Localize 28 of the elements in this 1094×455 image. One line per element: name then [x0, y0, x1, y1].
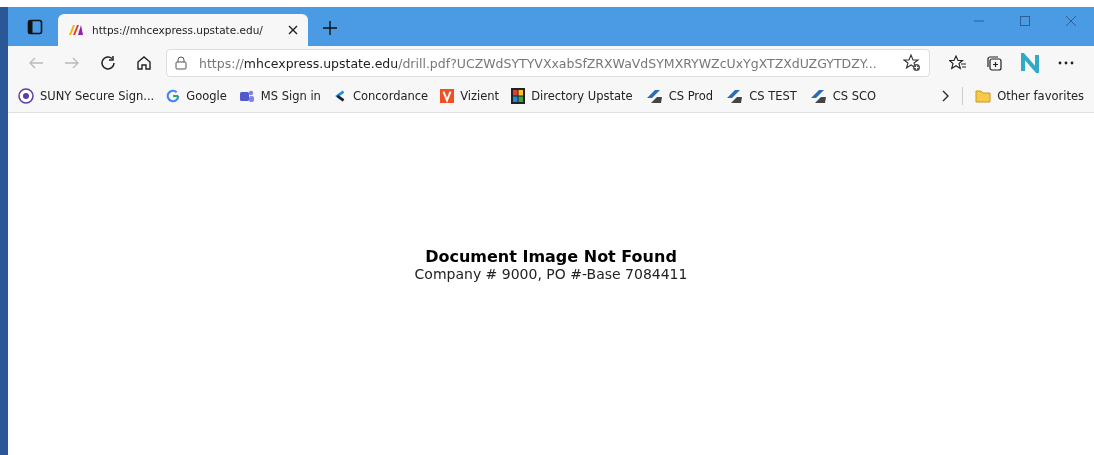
stripes-logo-icon [725, 88, 744, 104]
add-favorite-icon[interactable] [903, 54, 921, 72]
bookmark[interactable]: CS TEST [725, 88, 797, 104]
circle-logo-icon [18, 88, 34, 104]
address-bar[interactable]: https://mhcexpress.upstate.edu/drill.pdf?UCZWdSYTYVXxabSfZRXWaVdSYMXRYWZcUxYgXTZXdUZGYTDZY... [166, 49, 930, 77]
folder-icon [975, 89, 992, 103]
url-text: https://mhcexpress.upstate.edu/drill.pdf?UCZWdSYTYVXxabSfZRXWaVdSYMXRYWZcUxYgXTZXdUZGYTDZY... [199, 55, 878, 71]
bookmark[interactable]: SUNY Secure Sign... [18, 88, 155, 104]
chevron-right-icon[interactable] [942, 90, 951, 102]
v-logo-icon [440, 89, 455, 103]
bookmark[interactable]: Directory Upstate [511, 88, 633, 104]
bookmark[interactable]: MS Sign in [238, 88, 321, 104]
bookmark[interactable]: Concordance [332, 89, 429, 103]
bookmark[interactable]: CS Prod [644, 88, 714, 104]
grid-logo-icon [511, 88, 526, 104]
bookmark[interactable]: Vizient [440, 89, 500, 103]
people-logo-icon [238, 88, 255, 104]
lock-icon [175, 56, 187, 70]
new-tab-icon[interactable] [320, 18, 340, 38]
g-logo-icon [166, 89, 181, 103]
page-heading: Document Image Not Found [425, 246, 677, 266]
bookmark[interactable]: CS SCO [808, 88, 877, 104]
favicon-icon [68, 24, 84, 36]
page-detail: Company # 9000, PO #-Base 7084411 [414, 265, 688, 282]
bookmark[interactable]: Google [166, 89, 227, 103]
browser-tab[interactable]: https://mhcexpress.upstate.edu/ [58, 14, 308, 46]
close-icon[interactable] [288, 25, 298, 35]
other-favorites[interactable]: Other favorites [975, 89, 1084, 103]
